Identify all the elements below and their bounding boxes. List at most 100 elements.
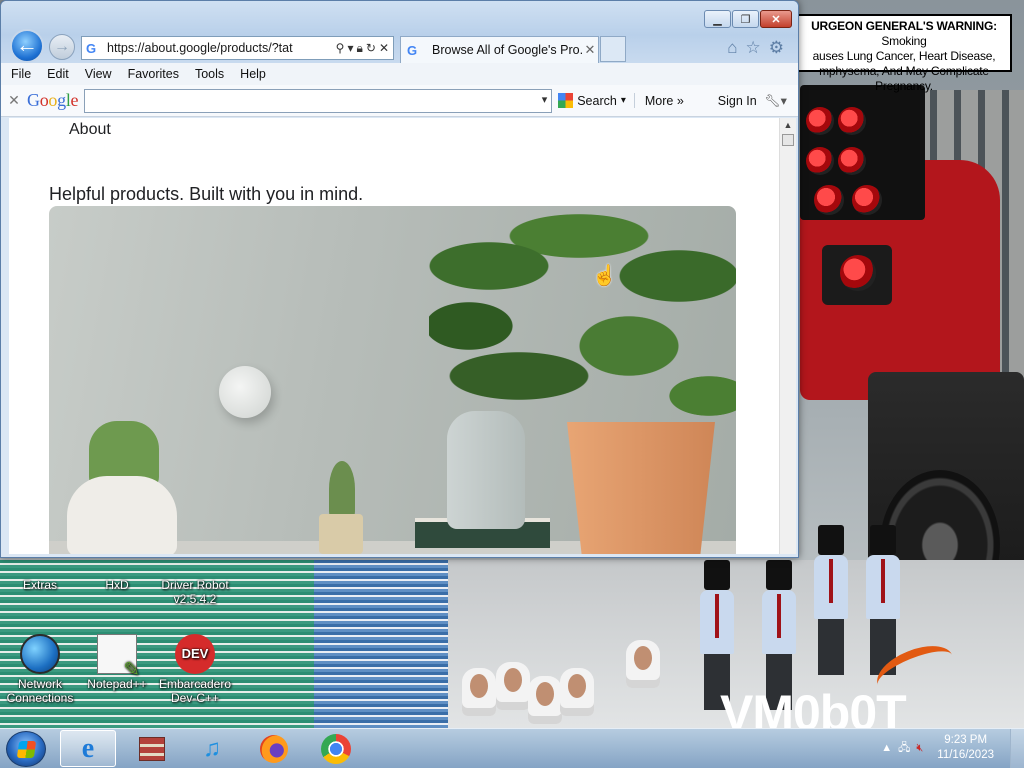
- smart-speaker: [447, 411, 525, 529]
- page-tagline: Helpful products. Built with you in mind…: [49, 184, 364, 204]
- address-bar[interactable]: G https://about.google/products/?tat ⚲ ▾…: [81, 36, 394, 60]
- toolbar-close-icon[interactable]: ✕: [1, 92, 27, 109]
- dev-cpp-icon: DEV: [175, 634, 215, 674]
- network-tray-icon[interactable]: 🖧︎: [898, 739, 910, 758]
- google-search-icon: [558, 93, 574, 108]
- nav-about-link[interactable]: About: [69, 121, 111, 139]
- menu-favorites[interactable]: Favorites: [128, 67, 179, 81]
- system-tray: ▲ 🖧︎ 🔇︎ 9:23 PM 11/16/2023: [881, 733, 994, 763]
- desktop-icon-network-connections[interactable]: Network Connections: [0, 634, 80, 705]
- desktop-icon-hxd[interactable]: HxD: [77, 578, 157, 592]
- tray-expand-icon[interactable]: ▲: [881, 742, 892, 754]
- refresh-icon[interactable]: ↻: [366, 41, 376, 56]
- chrome-icon: [321, 733, 351, 764]
- toilet-figure: [560, 668, 594, 716]
- search-icon[interactable]: ⚲: [336, 41, 345, 56]
- stop-icon[interactable]: ✕: [379, 41, 389, 56]
- menu-view[interactable]: View: [85, 67, 112, 81]
- menu-help[interactable]: Help: [240, 67, 266, 81]
- more-button[interactable]: More »: [645, 94, 684, 108]
- scrollbar-thumb[interactable]: [782, 134, 794, 146]
- tab-title: Browse All of Google's Pro...: [432, 43, 582, 57]
- music-note-icon: ♫: [203, 734, 221, 762]
- dropdown-arrow-icon[interactable]: ▾: [347, 41, 353, 56]
- minimize-button[interactable]: ▁: [704, 10, 731, 28]
- internet-explorer-icon: e: [81, 732, 95, 764]
- desktop-icon-extras[interactable]: Extras: [0, 578, 80, 592]
- white-pot: [67, 476, 177, 554]
- browser-titlebar[interactable]: ▁ ❐ ✕ ← → G https://about.google/product…: [1, 1, 798, 63]
- menu-edit[interactable]: Edit: [47, 67, 69, 81]
- google-toolbar-search-input[interactable]: [84, 88, 553, 113]
- menu-tools[interactable]: Tools: [195, 67, 224, 81]
- desktop-icon-notepad-plus-plus[interactable]: Notepad++: [77, 634, 157, 691]
- start-button[interactable]: [6, 731, 46, 767]
- show-desktop-button[interactable]: [1010, 729, 1024, 768]
- clock-date: 11/16/2023: [937, 749, 994, 761]
- new-tab-button[interactable]: [600, 36, 626, 62]
- vertical-scrollbar[interactable]: ▲: [779, 118, 796, 554]
- desktop-icon-label: Notepad++: [87, 677, 147, 691]
- small-jar: [319, 514, 363, 554]
- warning-title: URGEON GENERAL'S WARNING:: [811, 19, 997, 33]
- taskbar-itunes[interactable]: ♫: [184, 730, 240, 767]
- search-label: Search: [577, 93, 617, 108]
- taskbar-internet-explorer[interactable]: e: [60, 730, 116, 767]
- firefox-icon: [260, 734, 288, 763]
- toilet-figure: [626, 640, 660, 688]
- page-content: About Helpful products. Built with you i…: [9, 118, 779, 554]
- toilet-figure: [496, 662, 530, 710]
- plant-leaves: [429, 206, 736, 446]
- hero-image-products: [49, 206, 736, 554]
- surgeon-general-warning: URGEON GENERAL'S WARNING: Smoking auses …: [796, 14, 1012, 93]
- hand-cursor-icon: ☝: [592, 265, 617, 287]
- favorites-star-icon[interactable]: ☆: [746, 38, 761, 58]
- tab-google-products[interactable]: G Browse All of Google's Pro... ✕: [400, 36, 599, 63]
- address-url: https://about.google/products/?tat: [107, 41, 293, 55]
- taskbar-chrome[interactable]: [308, 730, 364, 767]
- desktop-icon-label: Embarcadero Dev-C++: [158, 677, 232, 705]
- speaker-man-head: [800, 85, 925, 220]
- desktop-icon-label: Extras: [22, 578, 57, 592]
- watermark-text: VM0b0T: [720, 685, 907, 728]
- desktop-icon-label: Driver Robot v2.5.4.2: [161, 578, 229, 606]
- chest-speaker: [822, 245, 892, 305]
- window-controls: ▁ ❐ ✕: [704, 10, 792, 28]
- toilet-figure: [528, 676, 562, 724]
- sign-in-button[interactable]: Sign In: [718, 94, 757, 108]
- menu-file[interactable]: File: [11, 67, 31, 81]
- settings-gear-icon[interactable]: ⚙: [769, 38, 784, 58]
- desktop-icon-label: HxD: [105, 578, 129, 592]
- speaker-agent-figure: [866, 525, 900, 675]
- tab-close-icon[interactable]: ✕: [582, 42, 598, 58]
- google-logo: Google: [27, 90, 79, 110]
- back-button[interactable]: ←: [10, 29, 44, 63]
- home-icon[interactable]: ⌂: [727, 38, 737, 58]
- forward-button[interactable]: →: [49, 34, 75, 60]
- desktop-icon-label: Network Connections: [6, 677, 74, 705]
- address-tools: ⚲ ▾ 🔒︎ ↻ ✕: [336, 41, 393, 56]
- lock-icon[interactable]: 🔒︎: [356, 41, 362, 56]
- google-favicon-icon: G: [407, 42, 418, 58]
- small-plant: [329, 461, 355, 517]
- google-toolbar-search-button[interactable]: Search ▾: [558, 93, 635, 108]
- restore-button[interactable]: ❐: [732, 10, 759, 28]
- taskbar-archive-app[interactable]: [124, 730, 180, 767]
- scroll-up-icon[interactable]: ▲: [780, 118, 796, 132]
- desktop-icon-dev-cpp[interactable]: DEV Embarcadero Dev-C++: [155, 634, 235, 705]
- speaker-agent-figure: [814, 525, 848, 675]
- volume-muted-icon[interactable]: 🔇︎: [916, 742, 923, 755]
- close-button[interactable]: ✕: [760, 10, 792, 28]
- taskbar-firefox[interactable]: [246, 730, 302, 767]
- network-icon: [20, 634, 60, 674]
- menu-bar: File Edit View Favorites Tools Help: [1, 63, 798, 85]
- taskbar: e ♫ ▲ 🖧︎ 🔇︎ 9:23 PM 11/16/2023: [0, 728, 1024, 768]
- google-favicon-icon: G: [86, 40, 97, 56]
- notepad-icon: [97, 634, 140, 677]
- google-toolbar: ✕ Google Search ▾ More » Sign In 🔧︎▾: [1, 85, 798, 117]
- toilet-figure: [462, 668, 496, 716]
- desktop-icon-driver-robot[interactable]: Driver Robot v2.5.4.2: [155, 578, 235, 606]
- wall-mounted-device: [219, 366, 271, 418]
- clock[interactable]: 9:23 PM 11/16/2023: [937, 733, 994, 763]
- wrench-icon[interactable]: 🔧︎▾: [765, 93, 787, 109]
